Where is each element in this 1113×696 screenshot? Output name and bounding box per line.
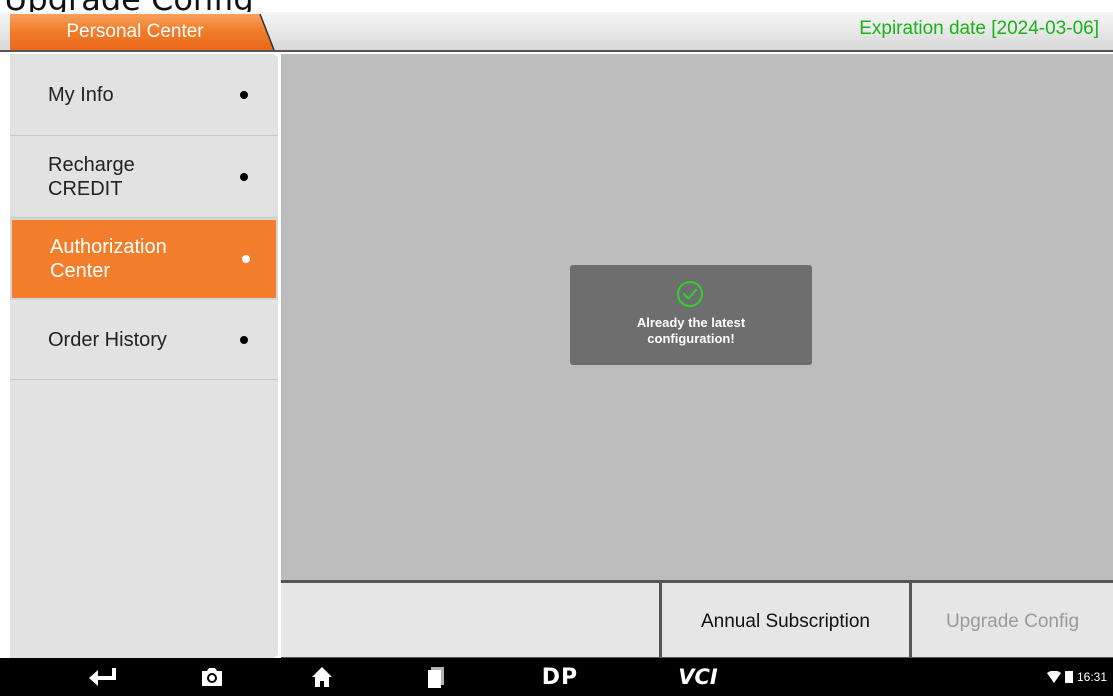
expiration-date: Expiration date [2024-03-06] (859, 18, 1099, 39)
clock: 16:31 (1076, 670, 1107, 684)
sidebar-item-label: Order History (48, 328, 167, 351)
tab-label: Personal Center (66, 21, 204, 42)
toast-text: Already the latest configuration! (636, 315, 746, 346)
sidebar: My Info Recharge CREDIT Authorization Ce… (10, 54, 278, 658)
sidebar-item-label: Authorization Center (50, 236, 167, 282)
camera-icon (202, 668, 222, 686)
toast-message: Already the latest configuration! (570, 265, 812, 365)
bullet-icon (242, 255, 250, 263)
sidebar-item-label: Recharge CREDIT (48, 153, 135, 200)
status-area: 16:31 (1046, 658, 1107, 696)
home-icon (312, 667, 332, 687)
bottom-button-bar: Annual Subscription Upgrade Config (281, 580, 1113, 658)
bullet-icon (240, 335, 248, 344)
tab-personal-center[interactable]: Personal Center (10, 14, 275, 50)
blank-button-slot (281, 583, 659, 657)
recent-apps-icon (428, 667, 444, 688)
system-navbar: DP VCI 16:31 (0, 658, 1113, 696)
screenshot-button[interactable] (190, 658, 234, 696)
dp-logo-icon: DP (541, 664, 579, 690)
vci-icon: VCI (678, 665, 718, 689)
upgrade-config-label: Upgrade Config (945, 611, 1080, 632)
blank-label (281, 583, 659, 657)
bullet-icon (240, 90, 248, 99)
sidebar-item-order-history[interactable]: Order History (10, 300, 278, 380)
upgrade-config-button[interactable]: Upgrade Config (912, 583, 1113, 657)
annual-subscription-button[interactable]: Annual Subscription (662, 583, 909, 657)
battery-icon (1064, 671, 1073, 683)
back-button[interactable] (80, 658, 124, 696)
sidebar-item-recharge-credit[interactable]: Recharge CREDIT (10, 136, 278, 218)
recent-apps-button[interactable] (414, 658, 458, 696)
sidebar-item-my-info[interactable]: My Info (10, 54, 278, 136)
main-content: Already the latest configuration! (281, 54, 1113, 580)
home-button[interactable] (300, 658, 344, 696)
back-icon (89, 668, 116, 686)
bullet-icon (240, 172, 248, 181)
sidebar-item-authorization-center[interactable]: Authorization Center (10, 218, 278, 300)
annual-subscription-label: Annual Subscription (701, 611, 870, 632)
wifi-icon (1046, 671, 1061, 683)
check-circle-icon (677, 281, 703, 307)
vci-button[interactable]: VCI (668, 658, 728, 696)
dp-logo-button[interactable]: DP (530, 658, 590, 696)
sidebar-item-label: My Info (48, 83, 114, 106)
